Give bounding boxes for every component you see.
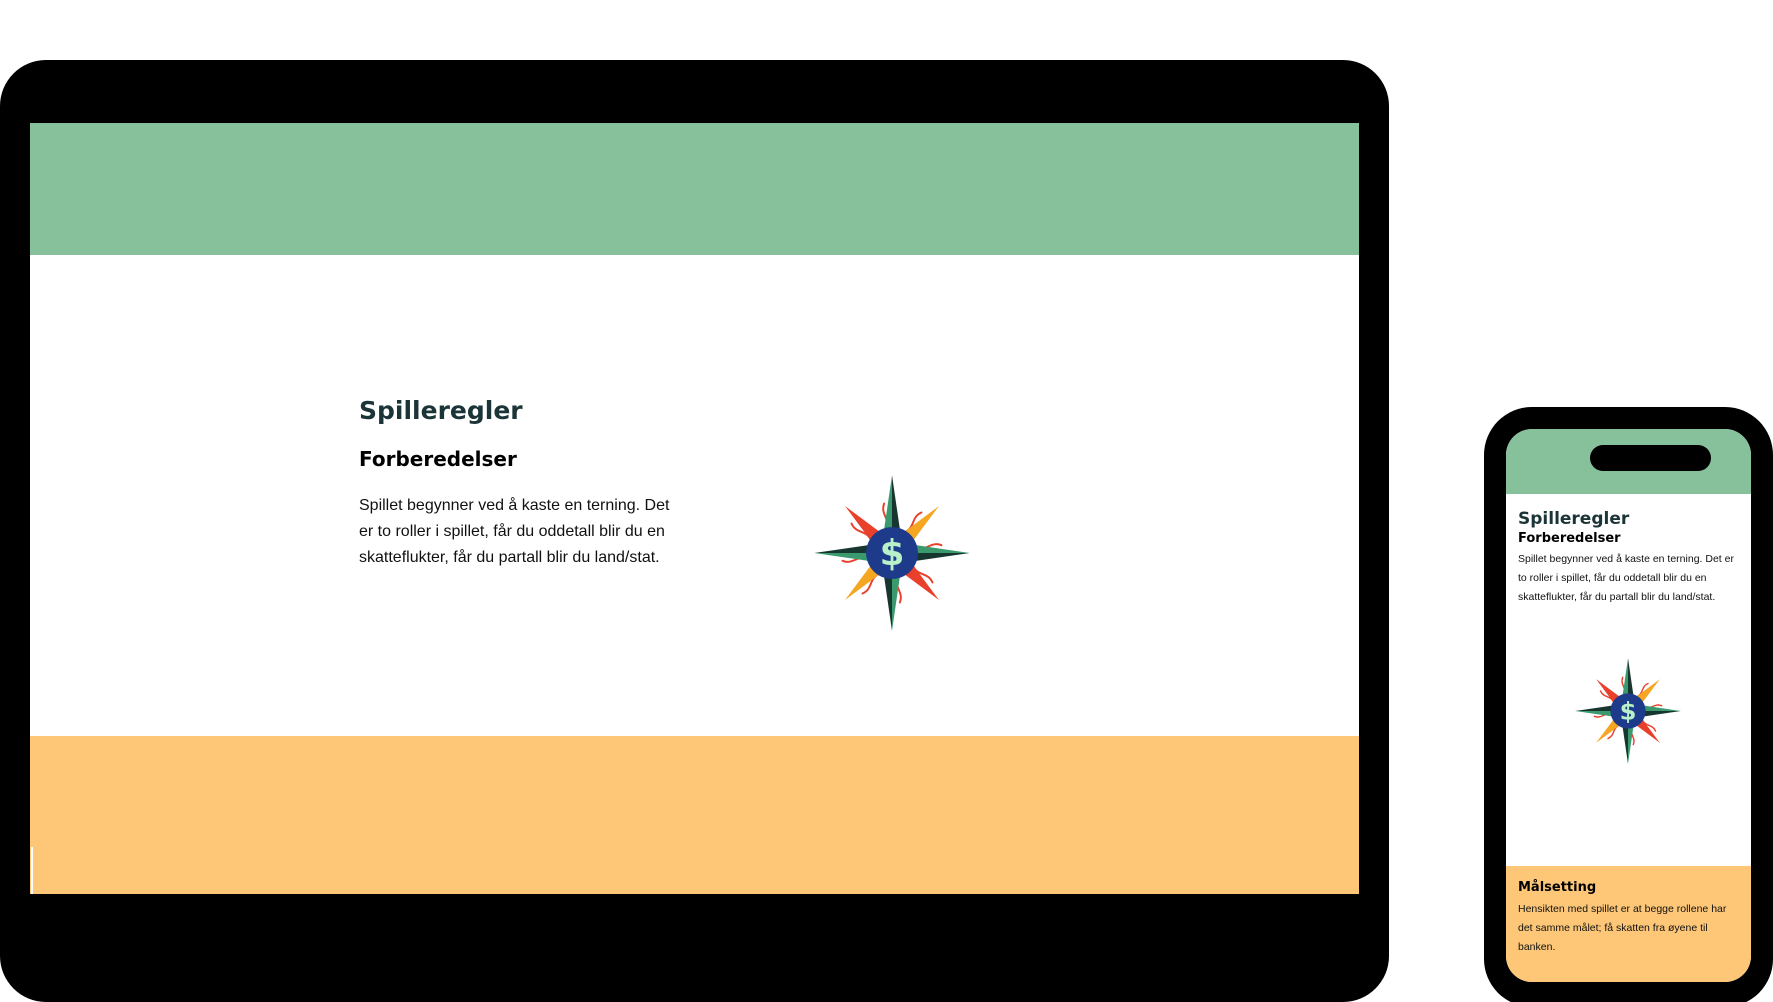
phone-device-frame: Spilleregler Forberedelser Spillet begyn… — [1484, 407, 1773, 1002]
tablet-screen: Spilleregler Forberedelser Spillet begyn… — [30, 123, 1359, 894]
phone-rules-text: Spilleregler Forberedelser Spillet begyn… — [1518, 509, 1742, 607]
dollar-sign-icon: $ — [880, 533, 905, 574]
text-cursor — [31, 847, 33, 894]
phone-footer-band: Målsetting Hensikten med spillet er at b… — [1506, 866, 1751, 982]
goal-heading: Målsetting — [1518, 880, 1597, 895]
compass-rose-dollar-icon: $ — [1575, 658, 1681, 764]
tablet-device-frame: Spilleregler Forberedelser Spillet begyn… — [0, 60, 1389, 1002]
dollar-sign-icon: $ — [1620, 697, 1637, 725]
tablet-footer-band — [30, 736, 1359, 894]
section-heading: Forberedelser — [359, 447, 517, 471]
tablet-header-band — [30, 123, 1359, 255]
section-paragraph: Spillet begynner ved å kaste en terning.… — [1518, 553, 1734, 603]
tablet-content-section — [30, 255, 1359, 736]
page-title: Spilleregler — [1518, 509, 1630, 529]
section-paragraph: Spillet begynner ved å kaste en terning.… — [359, 497, 670, 566]
tablet-rules-text: Spilleregler Forberedelser Spillet begyn… — [359, 396, 679, 571]
device-mockup-stage: Spilleregler Forberedelser Spillet begyn… — [0, 0, 1773, 1002]
compass-rose-dollar-icon: $ — [814, 475, 970, 631]
phone-screen: Spilleregler Forberedelser Spillet begyn… — [1506, 429, 1751, 982]
phone-notch — [1590, 445, 1711, 471]
section-heading: Forberedelser — [1518, 531, 1621, 546]
page-title: Spilleregler — [359, 396, 523, 425]
goal-paragraph: Hensikten med spillet er at begge rollen… — [1518, 903, 1727, 953]
